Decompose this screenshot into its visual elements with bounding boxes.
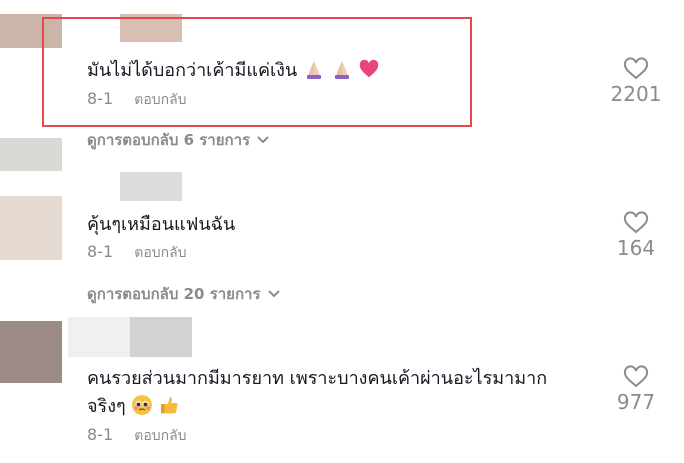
username-placeholder[interactable] (120, 172, 182, 201)
like-count: 2201 (610, 82, 662, 106)
comment-text-line: คนรวยส่วนมากมีมารยาท เพราะบางคนเค้าผ่านอ… (87, 368, 548, 389)
heart-outline-icon (623, 211, 649, 234)
reply-button[interactable]: ตอบกลับ (134, 245, 186, 261)
reply-button[interactable]: ตอบกลับ (134, 428, 186, 444)
pleading-face-icon (131, 394, 153, 421)
username-placeholder[interactable] (130, 317, 192, 357)
username-placeholder[interactable] (68, 317, 130, 357)
heart-outline-icon (623, 365, 649, 388)
like-button[interactable]: 164 (606, 211, 666, 260)
avatar[interactable] (0, 138, 62, 171)
view-replies-button[interactable]: ดูการตอบกลับ 6 รายการ (87, 128, 270, 152)
like-button[interactable]: 2201 (606, 57, 666, 106)
heart-outline-icon (623, 57, 649, 80)
highlight-box (42, 17, 472, 127)
thumbs-up-icon (159, 394, 181, 421)
like-count: 164 (616, 236, 656, 260)
like-button[interactable]: 977 (606, 365, 666, 414)
chevron-down-icon (256, 131, 270, 149)
like-count: 977 (616, 390, 656, 414)
comment-text: คุ้นๆเหมือนแฟนฉัน (87, 214, 236, 235)
avatar[interactable] (0, 196, 62, 260)
comment-date: 8-1 (87, 425, 114, 444)
chevron-down-icon (267, 285, 281, 303)
comment-meta: 8-1 ตอบกลับ (87, 425, 187, 447)
view-replies-label: ดูการตอบกลับ 6 รายการ (87, 131, 251, 149)
comment-text-line: จริงๆ (87, 391, 181, 421)
avatar[interactable] (0, 321, 62, 383)
view-replies-button[interactable]: ดูการตอบกลับ 20 รายการ (87, 282, 281, 306)
comment-meta: 8-1 ตอบกลับ (87, 242, 187, 264)
comment-date: 8-1 (87, 242, 114, 261)
view-replies-label: ดูการตอบกลับ 20 รายการ (87, 285, 261, 303)
